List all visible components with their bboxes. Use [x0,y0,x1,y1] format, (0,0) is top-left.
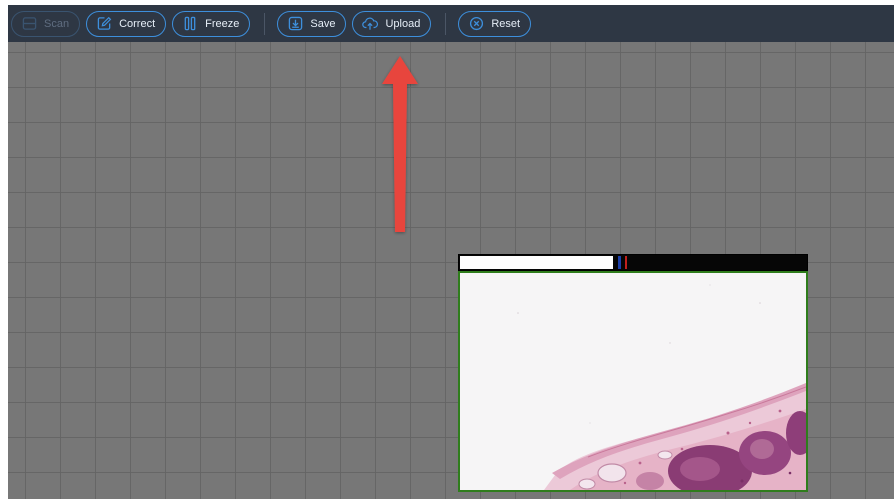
reset-button[interactable]: Reset [458,10,532,37]
upload-button-label: Upload [385,17,421,30]
save-button-label: Save [310,17,336,30]
scanner-workspace: Scan Correct Freeze Save Upload Reset [8,5,894,499]
edit-icon [96,16,112,32]
freeze-button-label: Freeze [205,17,240,30]
reset-icon [468,16,484,32]
scan-progress-fill [460,256,613,269]
histology-tissue-image [460,273,806,490]
progress-marker-red [625,256,627,269]
scan-icon [21,16,37,32]
toolbar-divider [445,12,447,35]
scan-button-label: Scan [44,17,70,30]
upload-button[interactable]: Upload [352,10,432,37]
scan-progress-bar [458,254,808,271]
toolbar-divider [264,12,266,35]
scan-button[interactable]: Scan [11,10,81,37]
progress-marker-blue [618,256,621,269]
red-arrow-icon [382,56,418,232]
correct-button-label: Correct [119,17,156,30]
app-window: Scan Correct Freeze Save Upload Reset [0,0,895,499]
save-icon [287,16,303,32]
cloud-upload-icon [362,16,379,32]
correct-button[interactable]: Correct [86,10,167,37]
pause-icon [182,16,198,32]
reset-button-label: Reset [491,17,521,30]
scan-canvas-grid[interactable] [8,42,894,499]
toolbar: Scan Correct Freeze Save Upload Reset [8,5,894,42]
slide-preview-image[interactable] [458,271,808,492]
freeze-button[interactable]: Freeze [172,10,251,37]
save-button[interactable]: Save [277,10,347,37]
slide-scan-viewer [458,254,808,492]
